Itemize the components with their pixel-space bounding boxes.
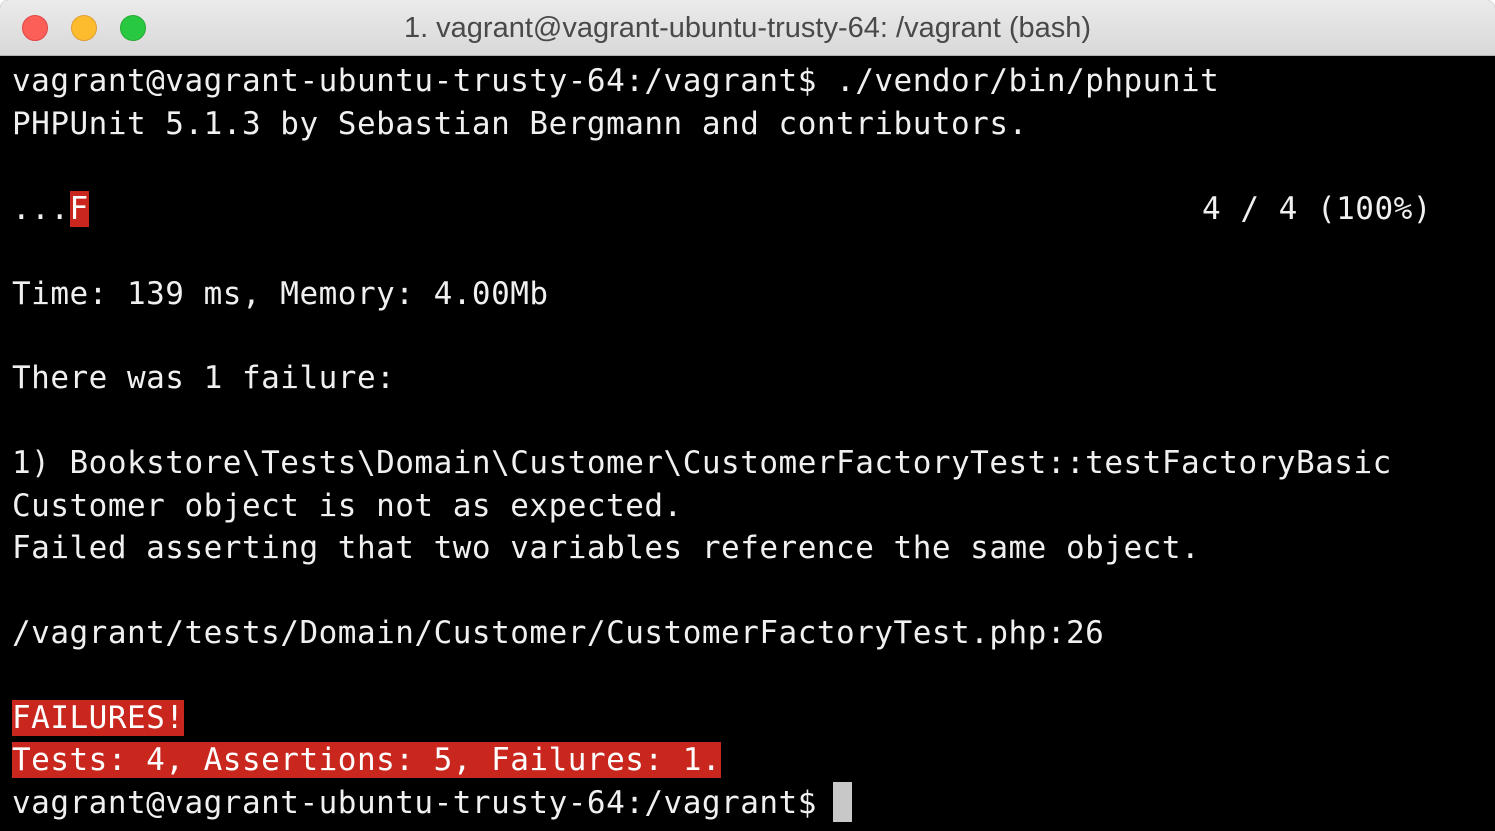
summary-counts: Tests: 4, Assertions: 5, Failures: 1. <box>12 742 722 778</box>
failure-test-name: 1) Bookstore\Tests\Domain\Customer\Custo… <box>12 445 1392 481</box>
progress-line: ...F <box>12 188 89 230</box>
progress-dots: ... <box>12 191 70 227</box>
terminal-output[interactable]: vagrant@vagrant-ubuntu-trusty-64:/vagran… <box>0 56 1495 831</box>
failure-location: /vagrant/tests/Domain/Customer/CustomerF… <box>12 615 1105 651</box>
shell-prompt: vagrant@vagrant-ubuntu-trusty-64:/vagran… <box>12 785 817 821</box>
shell-prompt: vagrant@vagrant-ubuntu-trusty-64:/vagran… <box>12 63 817 99</box>
failure-message: Customer object is not as expected. <box>12 488 683 524</box>
text-cursor <box>832 782 852 822</box>
progress-failure-marker: F <box>69 191 89 227</box>
terminal-window: 1. vagrant@vagrant-ubuntu-trusty-64: /va… <box>0 0 1495 831</box>
command-text: ./vendor/bin/phpunit <box>816 63 1220 99</box>
active-prompt-line[interactable]: vagrant@vagrant-ubuntu-trusty-64:/vagran… <box>12 782 852 824</box>
failure-assertion: Failed asserting that two variables refe… <box>12 530 1201 566</box>
summary-counts-line: Tests: 4, Assertions: 5, Failures: 1. <box>12 739 722 781</box>
summary-status-line: FAILURES! <box>12 697 185 739</box>
summary-status: FAILURES! <box>12 700 185 736</box>
phpunit-banner: PHPUnit 5.1.3 by Sebastian Bergmann and … <box>12 106 1028 142</box>
timing-line: Time: 139 ms, Memory: 4.00Mb <box>12 276 549 312</box>
failure-header: There was 1 failure: <box>12 360 396 396</box>
command-line: vagrant@vagrant-ubuntu-trusty-64:/vagran… <box>12 60 1219 102</box>
progress-count: 4 / 4 (100%) <box>1202 191 1432 227</box>
window-title: 1. vagrant@vagrant-ubuntu-trusty-64: /va… <box>403 12 1092 44</box>
title-bar[interactable]: 1. vagrant@vagrant-ubuntu-trusty-64: /va… <box>0 0 1495 56</box>
